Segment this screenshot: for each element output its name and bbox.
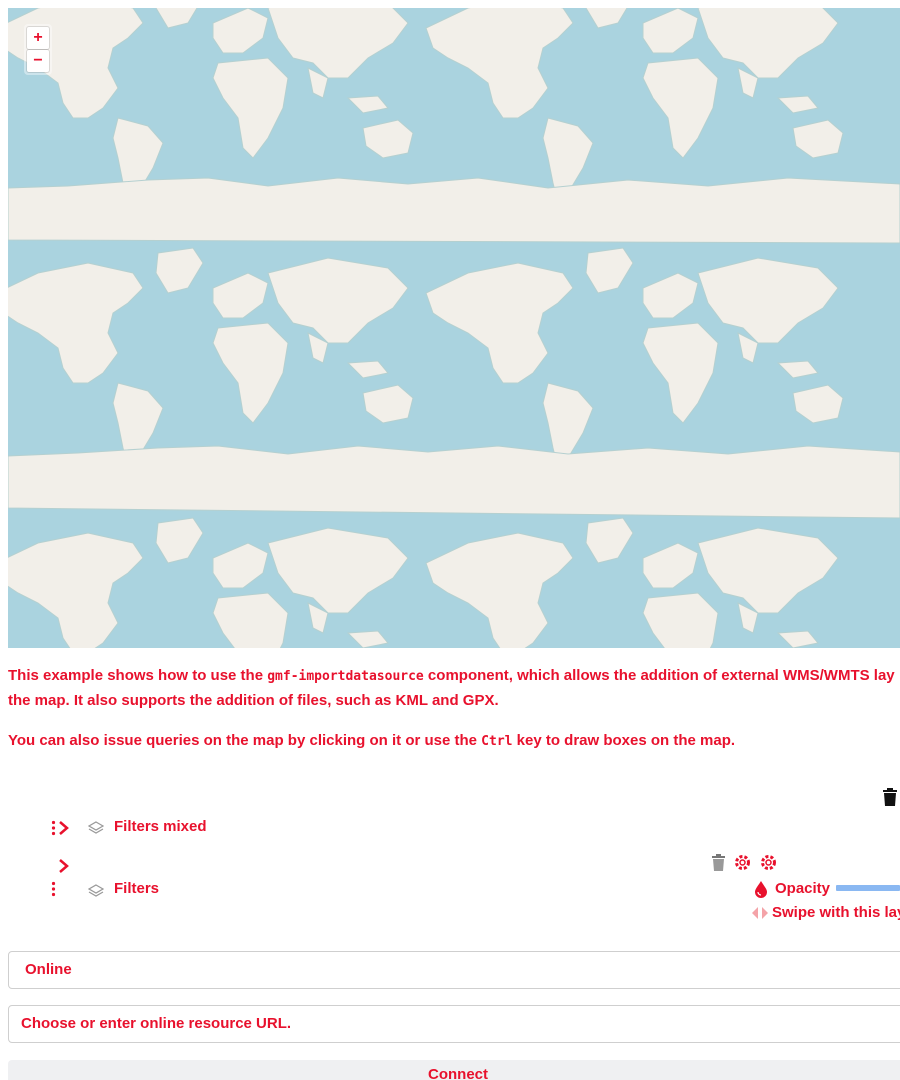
opacity-slider[interactable] xyxy=(836,885,900,891)
connect-button[interactable]: Connect xyxy=(8,1060,900,1080)
settings-icon[interactable] xyxy=(760,854,777,871)
drag-handle-icon[interactable] xyxy=(51,820,56,836)
opacity-label: Opacity xyxy=(775,880,831,897)
swipe-label[interactable]: Swipe with this lay xyxy=(772,904,900,921)
component-name-code: gmf-importdatasource xyxy=(267,669,424,684)
opacity-drop-icon xyxy=(755,881,767,898)
map-canvas[interactable] xyxy=(8,8,900,648)
layer-group-filters-mixed: Filters mixed xyxy=(0,816,900,840)
settings-icon[interactable] xyxy=(734,854,751,871)
description-paragraph-2: You can also issue queries on the map by… xyxy=(8,729,900,754)
layer-group-filters: Filters Opacity Swipe with this lay xyxy=(0,850,900,930)
zoom-out-button[interactable]: − xyxy=(27,50,49,72)
example-description: This example shows how to use the gmf-im… xyxy=(8,664,900,754)
online-resource-url-input[interactable]: Choose or enter online resource URL. xyxy=(8,1005,900,1043)
layers-icon xyxy=(88,884,104,897)
trash-icon[interactable] xyxy=(711,854,726,871)
ctrl-key-code: Ctrl xyxy=(481,734,513,749)
description-text: You can also issue queries on the map by… xyxy=(8,732,482,749)
layer-group-name[interactable]: Filters mixed xyxy=(114,818,207,835)
expand-chevron-icon[interactable] xyxy=(58,820,70,836)
zoom-control: + − xyxy=(24,24,52,75)
drag-handle-icon[interactable] xyxy=(51,881,56,897)
trash-icon[interactable] xyxy=(882,788,898,806)
description-text: key to draw boxes on the map. xyxy=(512,732,736,749)
map-viewport[interactable]: + − xyxy=(8,8,900,648)
layer-group-name[interactable]: Filters xyxy=(114,880,159,897)
expand-chevron-icon[interactable] xyxy=(58,858,70,874)
layers-icon xyxy=(88,821,104,834)
import-type-select[interactable]: Online xyxy=(8,951,900,989)
description-text: component, which allows the addition of … xyxy=(423,667,895,684)
swipe-icon xyxy=(752,907,768,919)
description-paragraph-1-line-2: the map. It also supports the addition o… xyxy=(8,692,499,709)
layer-tree: Filters mixed Filters Opacity Swipe with… xyxy=(0,780,900,930)
description-text: This example shows how to use the xyxy=(8,667,268,684)
zoom-in-button[interactable]: + xyxy=(27,27,49,49)
description-paragraph-1: This example shows how to use the gmf-im… xyxy=(8,664,900,689)
